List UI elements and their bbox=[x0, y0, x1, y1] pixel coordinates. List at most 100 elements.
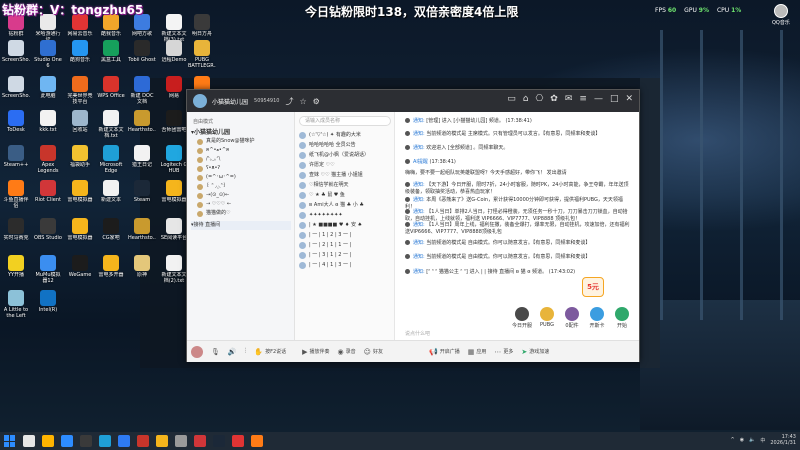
desktop-icon[interactable]: 远程Demo bbox=[160, 40, 188, 69]
desktop-icon[interactable]: PUBG BATTLEGR... bbox=[188, 40, 216, 69]
desktop-icon[interactable]: 雷电模拟器 bbox=[66, 218, 94, 247]
desktop-icon[interactable]: 原神 bbox=[128, 255, 156, 284]
tray-arrow-icon[interactable]: ^ bbox=[731, 437, 735, 443]
desktop-icon[interactable]: 黑盒工具 bbox=[97, 40, 125, 69]
channel-member-row[interactable]: 真是的Snow@猫咪护 bbox=[191, 137, 291, 146]
member-row[interactable]: | 一 | 2 | 1 | 1 一 | bbox=[299, 240, 393, 250]
chat-message-area[interactable]: 通知: [管理] 进入 [小猫猫幼儿园] 频道。 (17:38:41) 通知: 当… bbox=[397, 112, 639, 340]
record-button[interactable]: ◉ 录音 bbox=[338, 348, 356, 356]
member-row[interactable]: 查妹 ♡♡ 猫主播 小姐姐 bbox=[299, 170, 393, 180]
desktop-icon[interactable]: Hearthsto... bbox=[128, 110, 156, 139]
member-row[interactable]: | 一 | 1 | 2 | 3 一 | bbox=[299, 230, 393, 240]
mixer-button[interactable]: ⫶ bbox=[245, 347, 247, 356]
taskbar-app-icon[interactable] bbox=[194, 435, 206, 447]
taskbar-app-icon[interactable] bbox=[23, 435, 35, 447]
mail-icon[interactable]: ✉ bbox=[565, 94, 573, 104]
gift-item[interactable]: 开斯卡 bbox=[584, 307, 610, 329]
taskbar-app-icon[interactable] bbox=[80, 435, 92, 447]
desktop-icon[interactable]: Microsoft Edge bbox=[97, 145, 125, 174]
room-avatar[interactable] bbox=[193, 94, 207, 108]
avatar[interactable] bbox=[191, 345, 203, 358]
desktop-icon[interactable]: 雷电多开器 bbox=[97, 255, 125, 284]
desktop-icon[interactable]: WeGame bbox=[66, 255, 94, 284]
desktop-icon[interactable]: Studio One 6 bbox=[34, 40, 62, 69]
channel-member-row[interactable]: ʕ•ᴥ•ʔ bbox=[191, 164, 291, 173]
friends-button[interactable]: ☺ 好友 bbox=[364, 348, 383, 356]
qq-music-widget[interactable]: QQ音乐 bbox=[772, 4, 790, 26]
member-row[interactable]: 许愿定 ♡♡ bbox=[299, 160, 393, 170]
taskbar-app-icon[interactable] bbox=[156, 435, 168, 447]
desktop-icon[interactable]: Riot Client bbox=[34, 180, 62, 209]
taskbar-app-icon[interactable] bbox=[118, 435, 130, 447]
gift-item[interactable]: 开始 bbox=[609, 307, 635, 329]
sub-channel-reception[interactable]: ▾ 接待 直播间 bbox=[191, 221, 291, 230]
channel-member-row[interactable]: → ♡♡♡ ← bbox=[191, 200, 291, 209]
network-icon[interactable]: ◉ bbox=[740, 437, 744, 443]
settings-icon[interactable]: ⚙ bbox=[313, 97, 320, 106]
desktop-icon[interactable]: YY开播 bbox=[2, 255, 30, 284]
accelerate-button[interactable]: ➤ 游戏加速 bbox=[521, 348, 549, 356]
apps-button[interactable]: ▦ 应用 bbox=[468, 348, 487, 356]
member-row[interactable]: | 一 | 3 | 1 | 2 一 | bbox=[299, 250, 393, 260]
broadcast-button[interactable]: 📢 开启广播 bbox=[429, 348, 460, 356]
taskbar-app-icon[interactable] bbox=[61, 435, 73, 447]
desktop-icon[interactable]: Steam++ bbox=[2, 145, 30, 174]
member-search-input[interactable]: 请输入成员名称 bbox=[299, 116, 391, 126]
channel-member-row[interactable]: ꒰ ᐢ ◞‸◟ᐢ꒱ bbox=[191, 182, 291, 191]
speaker-button[interactable]: 🔊 bbox=[228, 348, 237, 356]
member-row[interactable]: ʚ Ami大人 ɞ 猫 ♣ 小 ♣ bbox=[299, 200, 393, 210]
desktop-icon[interactable]: SE阅读平台 bbox=[160, 218, 188, 247]
desktop-icon[interactable]: 福袋助手 bbox=[66, 145, 94, 174]
channel-member-row[interactable]: →(⊙_⊙)← bbox=[191, 191, 291, 200]
desktop-icon[interactable]: 新建文本文档(2).txt bbox=[160, 255, 188, 284]
desktop-icon[interactable]: ScreenSho... bbox=[2, 40, 30, 69]
desktop-icon[interactable]: 网易 bbox=[160, 76, 188, 105]
desktop-icon[interactable]: Logitech G HUB bbox=[160, 145, 188, 174]
more-button[interactable]: ⋯ 更多 bbox=[494, 348, 513, 356]
member-row[interactable]: (☆'▽'☆) ✦ 有趣的大米 bbox=[299, 130, 393, 140]
taskbar-app-icon[interactable] bbox=[232, 435, 244, 447]
close-icon[interactable]: ✕ bbox=[625, 94, 633, 104]
desktop-icon[interactable]: 雷电模拟器 bbox=[66, 180, 94, 209]
skin-icon[interactable]: ✿ bbox=[550, 94, 558, 104]
ime-indicator[interactable]: 中 bbox=[760, 437, 765, 444]
desktop-icon[interactable]: 钻粉群 bbox=[2, 14, 30, 43]
mic-button[interactable]: 🎙 bbox=[211, 348, 220, 356]
channel-root[interactable]: ▾ 小猫猫幼儿园 bbox=[191, 128, 291, 137]
member-row[interactable]: 纸飞机@小枫（爱说胡话） bbox=[299, 150, 393, 160]
desktop-icon[interactable]: CG家吧 bbox=[97, 218, 125, 247]
desktop-icon[interactable]: Tobii Ghost bbox=[128, 40, 156, 69]
desktop-icon[interactable]: 酷狗音乐 bbox=[66, 40, 94, 69]
favorite-icon[interactable]: ☆ bbox=[299, 97, 306, 106]
gift-item[interactable]: 今日开服 bbox=[509, 307, 535, 329]
menu-icon[interactable]: ≡ bbox=[579, 94, 587, 104]
share-icon[interactable]: ⤴ bbox=[285, 96, 293, 107]
channel-member-row[interactable]: /ᐠ｡ꞈ｡ᐟ\ bbox=[191, 155, 291, 164]
game-icon[interactable]: ⎔ bbox=[535, 94, 543, 104]
desktop-icon[interactable]: 新建文本 bbox=[97, 180, 125, 209]
channel-member-row[interactable]: 猫猫做的♡ bbox=[191, 209, 291, 218]
desktop-icon[interactable]: 新建 DOC 文档 bbox=[128, 76, 156, 105]
chat-input[interactable]: 说点什么吧 bbox=[405, 330, 505, 338]
desktop-icon[interactable]: WPS Office bbox=[97, 76, 125, 105]
member-row[interactable]: ✦✦✦✦✦✦✦✦ bbox=[299, 210, 393, 220]
volume-icon[interactable]: 🔈 bbox=[749, 437, 755, 443]
desktop-icon[interactable]: 完美世界竞技平台 bbox=[66, 76, 94, 105]
desktop-icon[interactable]: 明日方舟 bbox=[188, 14, 216, 43]
taskbar-app-icon[interactable] bbox=[99, 435, 111, 447]
desktop-icon[interactable]: 酷我音乐 bbox=[97, 14, 125, 43]
clock[interactable]: 17:43 2026/1/31 bbox=[770, 434, 796, 446]
start-button[interactable] bbox=[4, 435, 16, 447]
member-row[interactable]: | 一 | 4 | 1 | 3 一 | bbox=[299, 260, 393, 270]
push-to-talk-button[interactable]: ✋ 按F2说话 bbox=[254, 348, 286, 356]
desktop-icon[interactable]: ToDesk bbox=[2, 110, 30, 139]
desktop-icon[interactable]: ScreenSho... bbox=[2, 76, 30, 105]
desktop-icon[interactable]: 新建文本文档(3).txt bbox=[160, 14, 188, 43]
desktop-icon[interactable]: Hearthsto... bbox=[128, 218, 156, 247]
desktop-icon[interactable]: 网吧方歌 bbox=[128, 14, 156, 43]
desktop-icon[interactable]: 网易云音乐 bbox=[66, 14, 94, 43]
member-row[interactable]: | ★ ■■■■ ♥ ♦ 安 ♠ bbox=[299, 220, 393, 230]
record-icon[interactable]: ▭ bbox=[507, 94, 516, 104]
desktop-icon[interactable]: 实时马赛克 bbox=[2, 218, 30, 247]
member-row[interactable]: 哈哈哈哈哈 全员公告 bbox=[299, 140, 393, 150]
